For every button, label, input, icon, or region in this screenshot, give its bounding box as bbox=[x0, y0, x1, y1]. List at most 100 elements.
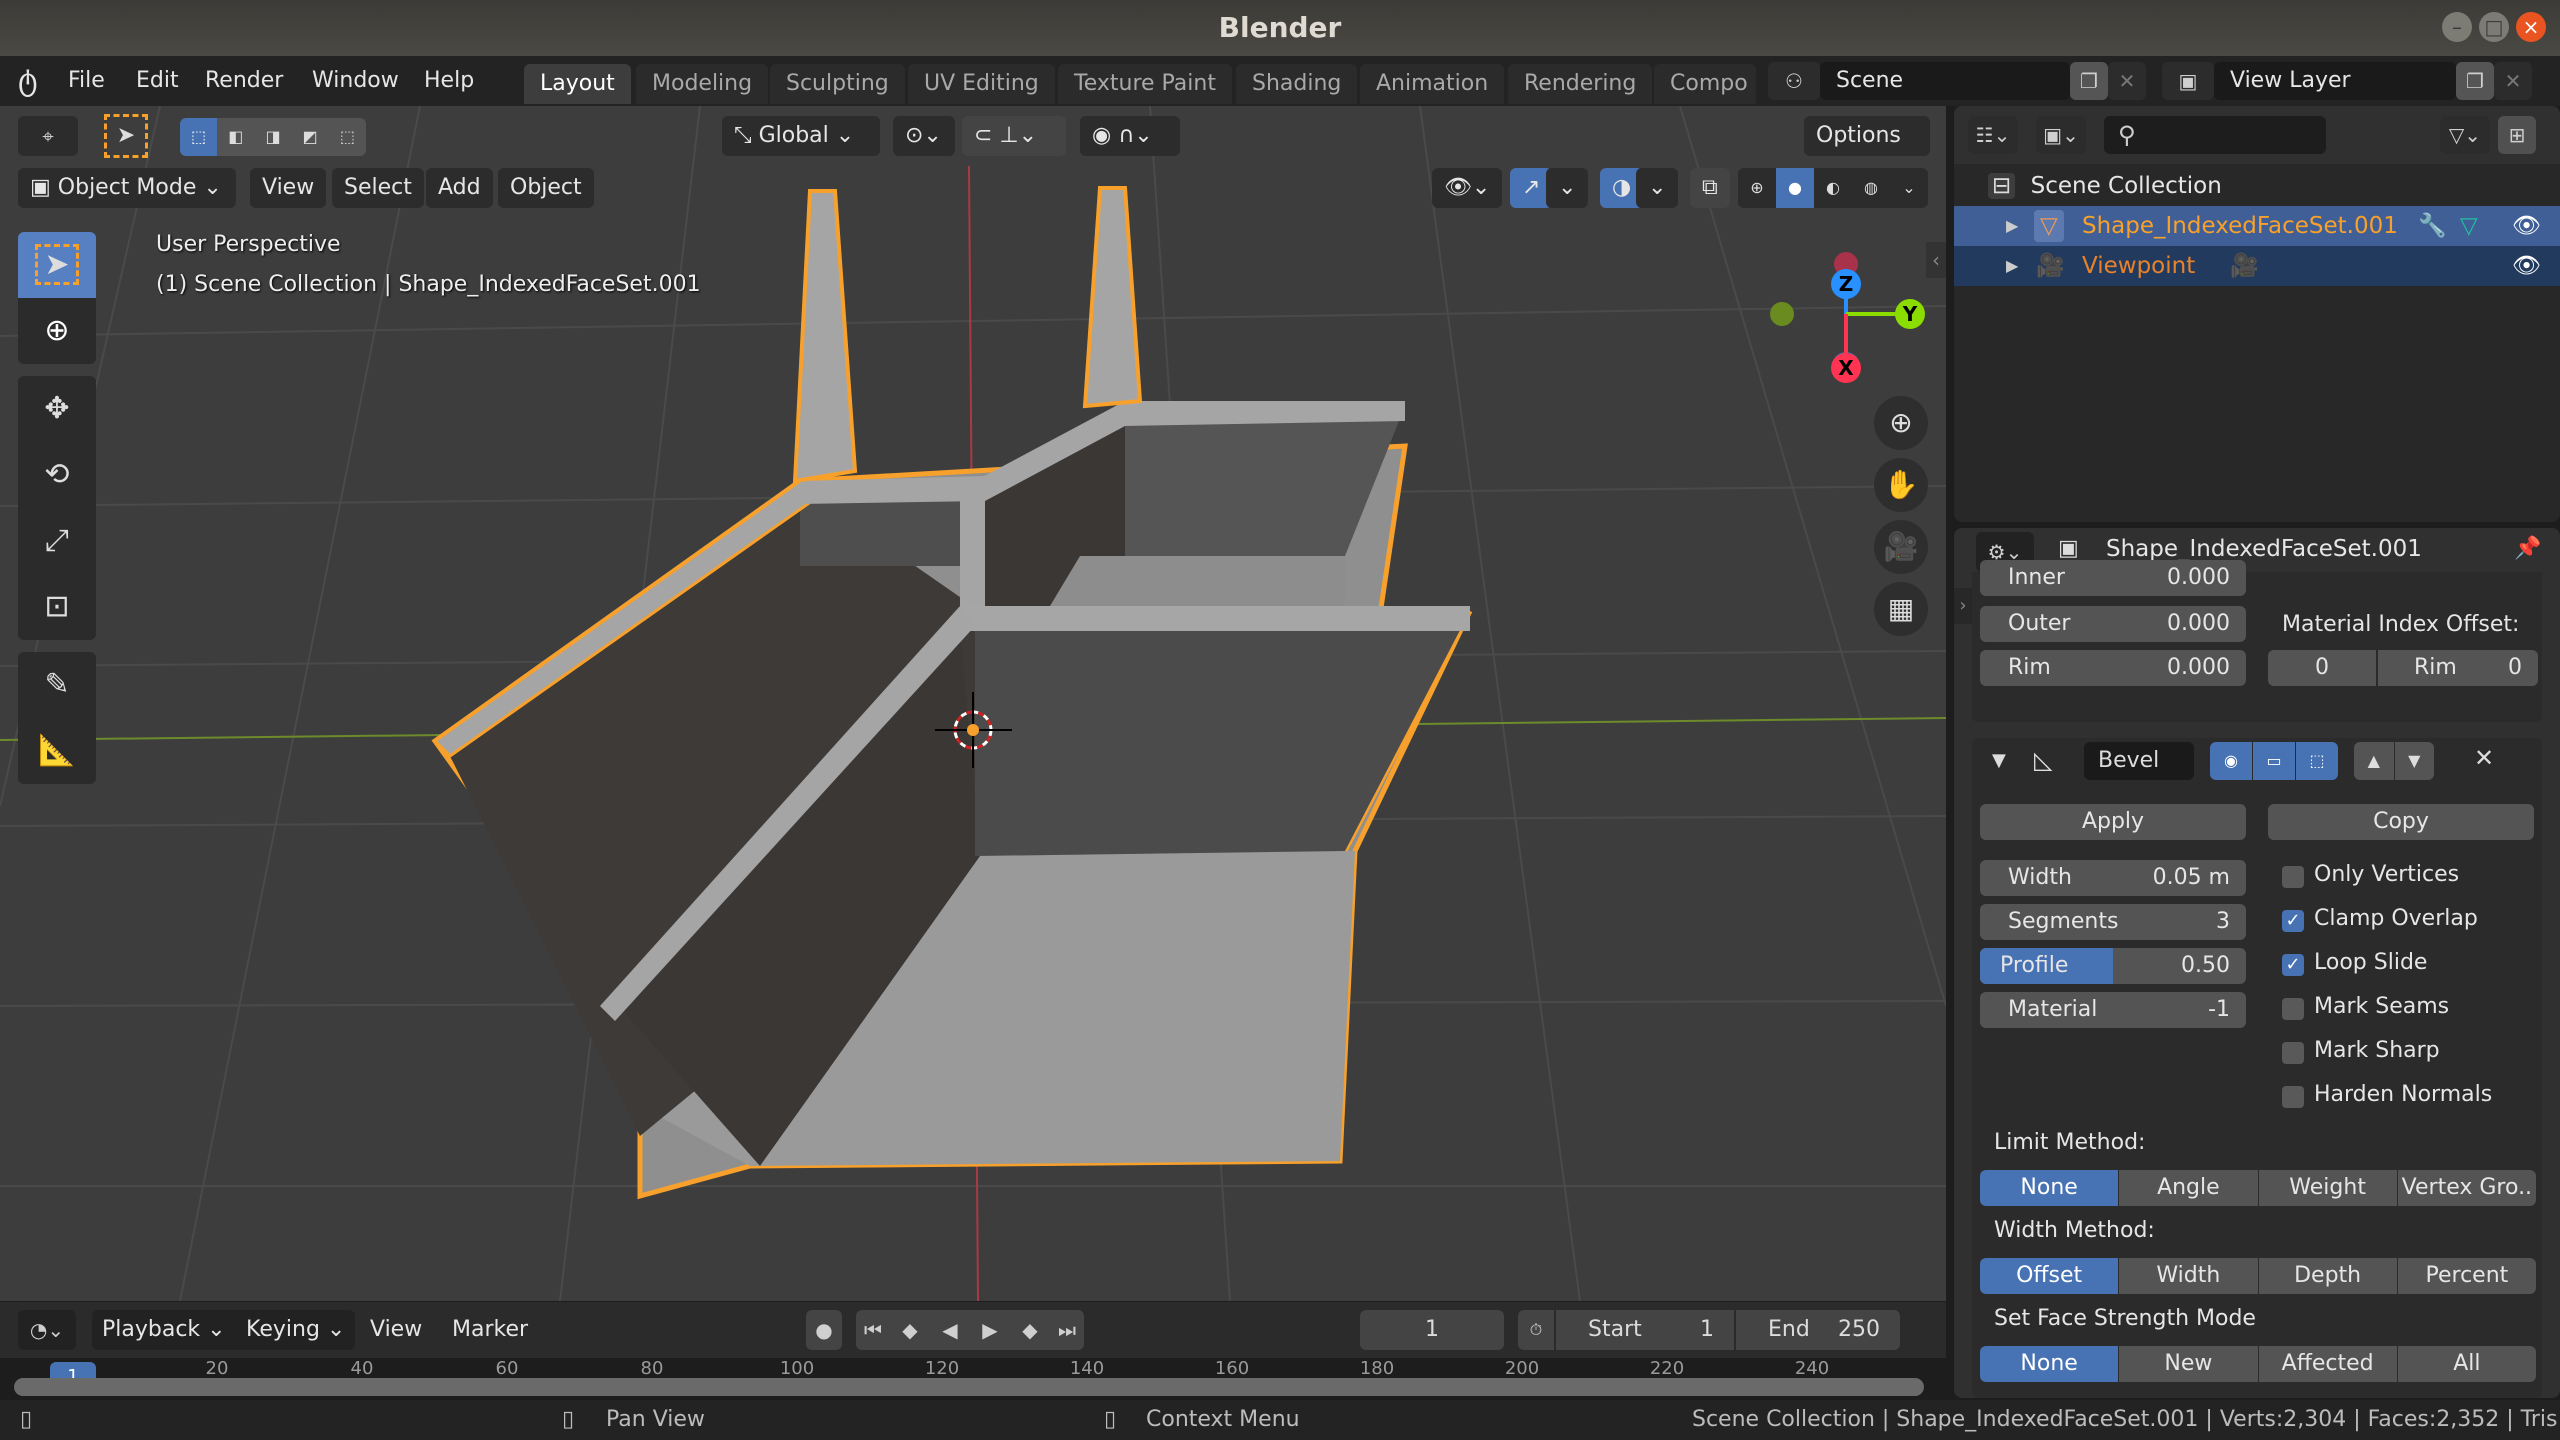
outer-field[interactable]: Outer 0.000 bbox=[1980, 606, 2246, 642]
blender-logo-icon[interactable]: ტ bbox=[18, 56, 38, 106]
jump-end-icon[interactable]: ⏭ bbox=[1050, 1310, 1084, 1350]
limit-method-angle[interactable]: Angle bbox=[2118, 1170, 2258, 1206]
material-offset-field[interactable]: 0 bbox=[2268, 650, 2376, 686]
zoom-view-icon[interactable]: ⊕ bbox=[1874, 396, 1928, 450]
proportional-editing-toggle[interactable]: ◉ ∩⌄ bbox=[1080, 116, 1180, 156]
timeline-editor-type-icon[interactable]: ◔⌄ bbox=[18, 1310, 76, 1350]
tab-compositing[interactable]: Compo bbox=[1654, 64, 1756, 104]
tool-transform[interactable]: ⊡ bbox=[18, 574, 96, 640]
display-mode-icon[interactable]: ☷⌄ bbox=[1968, 116, 2018, 154]
minimize-button[interactable]: – bbox=[2442, 12, 2472, 42]
segments-field[interactable]: Segments 3 bbox=[1980, 904, 2246, 940]
tab-uv-editing[interactable]: UV Editing bbox=[908, 64, 1055, 104]
tab-texture-paint[interactable]: Texture Paint bbox=[1058, 64, 1232, 104]
tab-animation[interactable]: Animation bbox=[1360, 64, 1505, 104]
tool-rotate[interactable]: ⟲ bbox=[18, 442, 96, 508]
sidebar-toggle-icon[interactable]: ‹ bbox=[1926, 242, 1946, 278]
select-mode-extend-icon[interactable]: ◧ bbox=[217, 118, 255, 156]
record-icon[interactable]: ● bbox=[806, 1310, 842, 1350]
mesh-data-icon[interactable]: ▽ bbox=[2460, 206, 2478, 246]
outliner-row-mesh[interactable]: ▶ ▽ Shape_IndexedFaceSet.001 🔧 ▽ 👁 bbox=[1954, 206, 2560, 246]
filter-icon[interactable]: ▽⌄ bbox=[2440, 116, 2490, 154]
tab-rendering[interactable]: Rendering bbox=[1508, 64, 1653, 104]
modifier-name-field[interactable]: Bevel bbox=[2084, 742, 2194, 780]
options-dropdown[interactable]: Options ⌄ bbox=[1804, 116, 1930, 188]
width-method-depth[interactable]: Depth bbox=[2257, 1258, 2397, 1294]
overlays-dropdown[interactable]: ⌄ bbox=[1636, 168, 1679, 208]
viewport-menu-object[interactable]: Object bbox=[498, 168, 594, 208]
gizmo-neg-y[interactable] bbox=[1770, 302, 1794, 326]
tool-settings-icon[interactable]: ⌖ bbox=[18, 116, 78, 156]
tool-select-box[interactable]: ➤ bbox=[18, 232, 96, 298]
play-reverse-icon[interactable]: ◀ bbox=[930, 1310, 970, 1350]
limit-method-weight[interactable]: Weight bbox=[2257, 1170, 2397, 1206]
menu-render[interactable]: Render bbox=[205, 56, 283, 106]
properties-scroll-area[interactable]: Inner 0.000 Outer 0.000 Rim 0.000 Material … bbox=[1972, 560, 2542, 1398]
inner-field[interactable]: Inner 0.000 bbox=[1980, 560, 2246, 596]
play-icon[interactable]: ▶ bbox=[970, 1310, 1010, 1350]
view-layer-filter-icon[interactable]: ▣⌄ bbox=[2036, 116, 2086, 154]
material-field[interactable]: Material -1 bbox=[1980, 992, 2246, 1028]
profile-slider[interactable]: Profile 0.50 bbox=[1980, 948, 2246, 984]
current-frame-field[interactable]: 1 bbox=[1360, 1310, 1504, 1350]
tool-measure[interactable]: 📐 bbox=[18, 718, 96, 784]
rim-field[interactable]: Rim 0.000 bbox=[1980, 650, 2246, 686]
view-layer-field[interactable]: View Layer bbox=[2214, 62, 2456, 100]
new-scene-icon[interactable]: ❐ bbox=[2070, 62, 2108, 100]
delete-view-layer-icon[interactable]: ✕ bbox=[2494, 62, 2532, 100]
snap-toggle[interactable]: ⊂ ⊥⌄ bbox=[962, 116, 1066, 156]
width-method-width[interactable]: Width bbox=[2118, 1258, 2258, 1294]
checkbox[interactable]: ✓ bbox=[2282, 910, 2304, 932]
visibility-eye-icon[interactable]: 👁 bbox=[2512, 206, 2541, 246]
menu-help[interactable]: Help bbox=[424, 56, 474, 106]
viewport-menu-select[interactable]: Select bbox=[332, 168, 424, 208]
face-strength-affected[interactable]: Affected bbox=[2257, 1346, 2397, 1382]
tab-sculpting[interactable]: Sculpting bbox=[770, 64, 905, 104]
width-method-percent[interactable]: Percent bbox=[2396, 1258, 2536, 1294]
remove-modifier-icon[interactable]: ✕ bbox=[2474, 744, 2494, 772]
material-offset-rim-field[interactable]: Rim 0 bbox=[2378, 650, 2538, 686]
pivot-point-dropdown[interactable]: ⊙⌄ bbox=[893, 116, 955, 156]
object-mode-dropdown[interactable]: ▣ Object Mode ⌄ bbox=[18, 168, 236, 208]
checkbox[interactable] bbox=[2282, 866, 2304, 888]
timeline-ruler[interactable]: 20 40 60 80 100 120 140 160 180 200 220 240 1 bbox=[0, 1358, 1946, 1400]
playback-menu[interactable]: Playback ⌄ bbox=[92, 1310, 236, 1350]
3d-viewport[interactable]: ⌖ ➤ ⬚ ◧ ◨ ◩ ⬚ ⤡ Global ⌄ ⊙⌄ ⊂ ⊥⌄ ◉ ∩⌄ Op… bbox=[0, 106, 1946, 1301]
menu-file[interactable]: File bbox=[68, 56, 105, 106]
expand-arrow-icon[interactable]: ▶ bbox=[2006, 206, 2018, 246]
solid-shading-icon[interactable]: ● bbox=[1776, 168, 1814, 208]
tab-modeling[interactable]: Modeling bbox=[636, 64, 769, 104]
menu-window[interactable]: Window bbox=[312, 56, 399, 106]
checkbox[interactable] bbox=[2282, 1042, 2304, 1064]
tab-shading[interactable]: Shading bbox=[1236, 64, 1358, 104]
camera-data-icon[interactable]: 🎥 bbox=[2230, 246, 2259, 286]
timeline-scrollbar[interactable] bbox=[14, 1378, 1924, 1396]
wireframe-shading-icon[interactable]: ⊕ bbox=[1738, 168, 1776, 208]
jump-start-icon[interactable]: ⏮ bbox=[856, 1310, 890, 1350]
next-keyframe-icon[interactable]: ◆ bbox=[1010, 1310, 1050, 1350]
shading-dropdown[interactable]: ⌄ bbox=[1890, 168, 1928, 208]
properties-tabs-toggle-icon[interactable]: › bbox=[1954, 588, 1972, 624]
expand-arrow-icon[interactable]: ▶ bbox=[2006, 246, 2018, 286]
timeline-marker-menu[interactable]: Marker bbox=[452, 1310, 528, 1350]
limit-method-vertex-group[interactable]: Vertex Gro.. bbox=[2396, 1170, 2536, 1206]
modifier-wrench-icon[interactable]: 🔧 bbox=[2418, 206, 2447, 246]
viewport-menu-view[interactable]: View bbox=[250, 168, 327, 208]
checkbox[interactable] bbox=[2282, 1086, 2304, 1108]
viewport-visibility-monitor-icon[interactable]: ▭ bbox=[2252, 742, 2295, 780]
face-strength-all[interactable]: All bbox=[2396, 1346, 2536, 1382]
move-up-icon[interactable]: ▲ bbox=[2354, 742, 2394, 780]
collapse-arrow-icon[interactable]: ▼ bbox=[1992, 750, 2006, 771]
face-strength-none[interactable]: None bbox=[1980, 1346, 2119, 1382]
editmode-visibility-icon[interactable]: ⬚ bbox=[2295, 742, 2338, 780]
perspective-toggle-grid-icon[interactable]: ▦ bbox=[1874, 582, 1928, 636]
selectability-visibility-icon[interactable]: 👁⌄ bbox=[1432, 168, 1503, 208]
rendered-shading-icon[interactable]: ◍ bbox=[1852, 168, 1890, 208]
viewport-menu-add[interactable]: Add bbox=[426, 168, 493, 208]
outliner-root-row[interactable]: ⊟ Scene Collection bbox=[1954, 166, 2560, 206]
copy-button[interactable]: Copy bbox=[2268, 804, 2534, 840]
select-mode-invert-icon[interactable]: ◩ bbox=[291, 118, 329, 156]
limit-method-none[interactable]: None bbox=[1980, 1170, 2119, 1206]
material-preview-shading-icon[interactable]: ◐ bbox=[1814, 168, 1852, 208]
visibility-eye-icon[interactable]: 👁 bbox=[2512, 246, 2541, 286]
